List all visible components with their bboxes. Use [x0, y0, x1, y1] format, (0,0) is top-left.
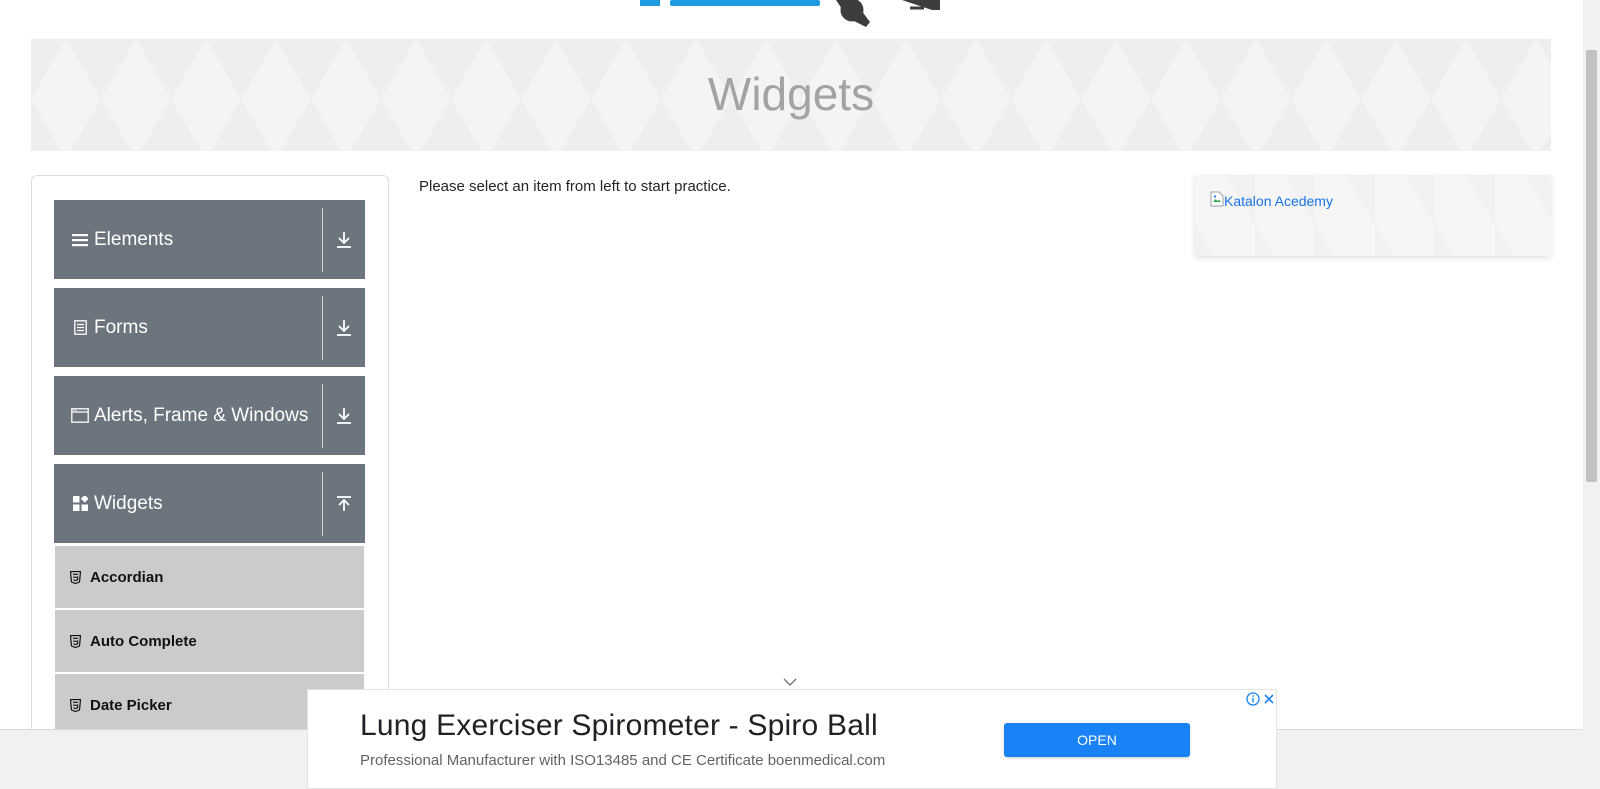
broken-image-icon: [1210, 191, 1224, 211]
page: Widgets Elements Forms Alerts, Frame & W…: [0, 0, 1600, 789]
html5-icon: [70, 570, 82, 584]
scrollbar-thumb[interactable]: [1586, 50, 1597, 482]
sidebar-item-label: Date Picker: [90, 696, 172, 714]
hamburger-icon: [70, 233, 90, 247]
site-logo[interactable]: [640, 0, 960, 30]
download-arrow-icon[interactable]: [323, 231, 365, 249]
html5-icon: [70, 698, 82, 712]
ad-title[interactable]: Lung Exerciser Spirometer - Spiro Ball: [360, 709, 878, 743]
html5-icon: [70, 634, 82, 648]
chevron-down-icon[interactable]: [782, 672, 798, 686]
side-ad-banner[interactable]: Katalon Acedemy: [1195, 175, 1551, 256]
close-icon[interactable]: [1262, 691, 1276, 705]
sidebar-item-label: Accordian: [90, 568, 164, 586]
download-arrow-icon[interactable]: [323, 319, 365, 337]
ad-open-button[interactable]: OPEN: [1004, 723, 1190, 757]
widgets-grid-icon: [70, 496, 90, 511]
download-arrow-icon[interactable]: [323, 407, 365, 425]
sidebar-group-alerts-frame-windows[interactable]: Alerts, Frame & Windows: [54, 376, 365, 455]
sidebar-group-elements[interactable]: Elements: [54, 200, 365, 279]
bottom-ad[interactable]: Lung Exerciser Spirometer - Spiro Ball P…: [307, 689, 1277, 789]
side-ad-image[interactable]: Katalon Acedemy: [1210, 191, 1333, 211]
ad-description[interactable]: Professional Manufacturer with ISO13485 …: [360, 752, 885, 769]
sidebar-item-accordian[interactable]: Accordian: [55, 546, 364, 608]
sidebar-group-label: Forms: [94, 316, 148, 338]
sidebar-group-widgets[interactable]: Widgets: [54, 464, 365, 543]
sidebar-group-forms[interactable]: Forms: [54, 288, 365, 367]
sidebar-group-label: Elements: [94, 228, 174, 250]
page-banner: Widgets: [31, 39, 1551, 151]
sidebar-group-label: Alerts, Frame & Windows: [94, 404, 309, 426]
sidebar-item-label: Auto Complete: [90, 632, 197, 650]
sidebar-item-auto-complete[interactable]: Auto Complete: [55, 610, 364, 672]
page-title: Widgets: [707, 68, 875, 120]
window-icon: [70, 408, 90, 423]
info-icon[interactable]: [1246, 691, 1260, 706]
side-ad-alt-text: Katalon Acedemy: [1224, 193, 1333, 209]
instruction-text: Please select an item from left to start…: [419, 178, 731, 195]
sidebar-group-label: Widgets: [94, 492, 163, 514]
document-icon: [70, 320, 90, 335]
upload-arrow-icon[interactable]: [323, 495, 365, 513]
